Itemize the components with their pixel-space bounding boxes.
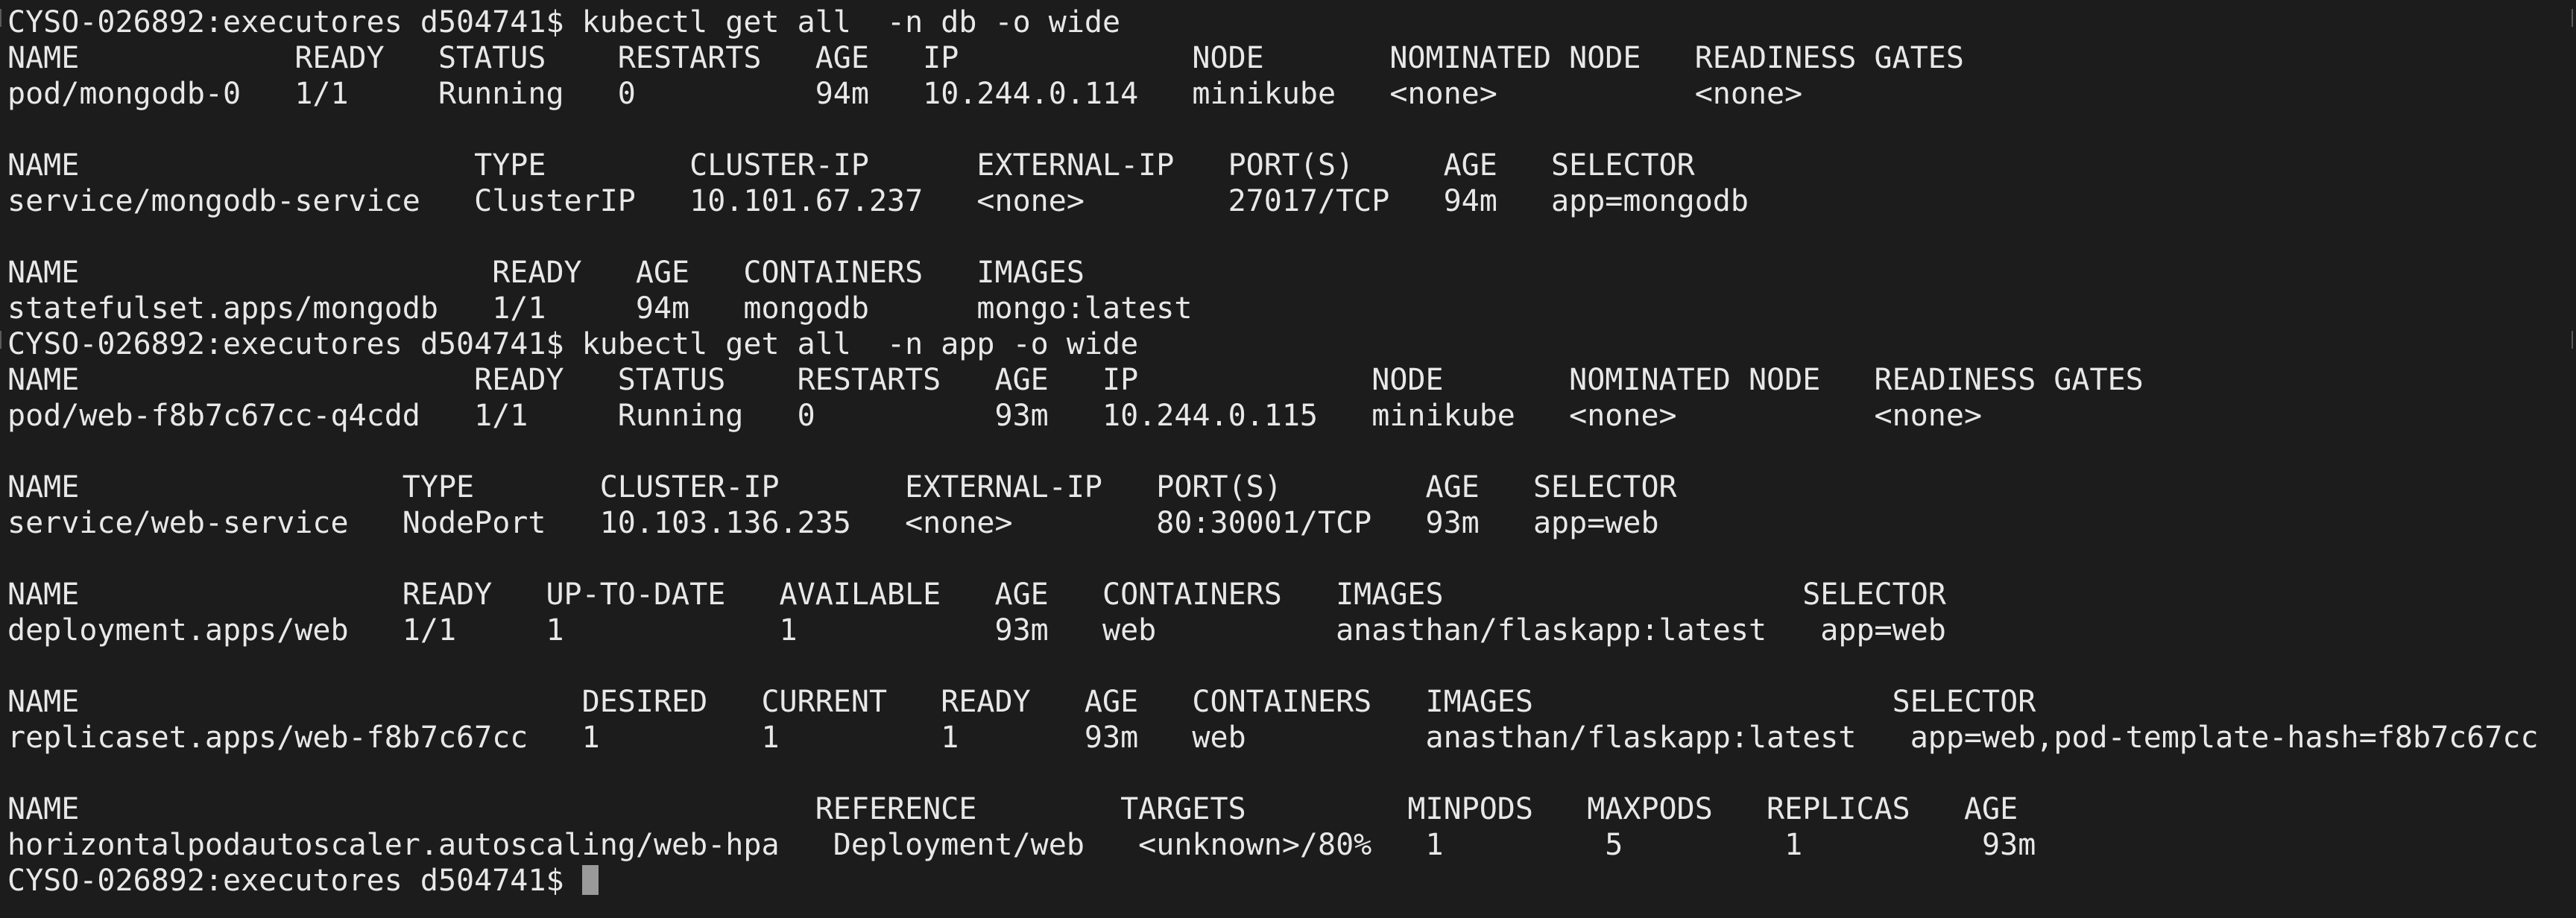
- table-header: NAME READY STATUS RESTARTS AGE IP NODE N…: [7, 41, 1964, 75]
- command-text: CYSO-026892:executores d504741$ kubectl …: [7, 327, 1139, 361]
- command-line-app: CYSO-026892:executores d504741$ kubectl …: [7, 326, 2576, 362]
- replicaset-table-header: NAME DESIRED CURRENT READY AGE CONTAINER…: [7, 684, 2576, 720]
- table-row: service/web-service NodePort 10.103.136.…: [7, 505, 2576, 541]
- shell-prompt: CYSO-026892:executores d504741$: [7, 864, 582, 898]
- table-row-text: horizontalpodautoscaler.autoscaling/web-…: [7, 828, 2036, 862]
- table-header: NAME READY AGE CONTAINERS IMAGES: [7, 256, 1085, 290]
- table-row-text: service/web-service NodePort 10.103.136.…: [7, 506, 1659, 540]
- scroll-marker: [2572, 331, 2573, 349]
- table-row: horizontalpodautoscaler.autoscaling/web-…: [7, 827, 2576, 863]
- table-header: NAME DESIRED CURRENT READY AGE CONTAINER…: [7, 685, 2036, 719]
- scroll-marker: [2572, 9, 2573, 27]
- pod-table-header-db: NAME READY STATUS RESTARTS AGE IP NODE N…: [7, 40, 2576, 76]
- terminal-window[interactable]: CYSO-026892:executores d504741$ kubectl …: [0, 0, 2576, 918]
- table-row-text: replicaset.apps/web-f8b7c67cc 1 1 1 93m …: [7, 721, 2539, 755]
- table-header: NAME READY UP-TO-DATE AVAILABLE AGE CONT…: [7, 577, 1946, 612]
- table-row: pod/web-f8b7c67cc-q4cdd 1/1 Running 0 93…: [7, 398, 2576, 434]
- table-row-text: service/mongodb-service ClusterIP 10.101…: [7, 184, 1749, 218]
- line-marker: [0, 331, 1, 349]
- table-row-text: pod/web-f8b7c67cc-q4cdd 1/1 Running 0 93…: [7, 399, 1983, 433]
- table-row: deployment.apps/web 1/1 1 1 93m web anas…: [7, 612, 2576, 648]
- table-header: NAME REFERENCE TARGETS MINPODS MAXPODS R…: [7, 792, 2018, 826]
- table-row-text: statefulset.apps/mongodb 1/1 94m mongodb…: [7, 291, 1193, 326]
- table-header: NAME READY STATUS RESTARTS AGE IP NODE N…: [7, 363, 2144, 397]
- table-row: pod/mongodb-0 1/1 Running 0 94m 10.244.0…: [7, 76, 2576, 112]
- table-row: service/mongodb-service ClusterIP 10.101…: [7, 183, 2576, 219]
- service-table-header-app: NAME TYPE CLUSTER-IP EXTERNAL-IP PORT(S)…: [7, 469, 2576, 505]
- line-marker: [0, 9, 1, 27]
- table-row-text: pod/mongodb-0 1/1 Running 0 94m 10.244.0…: [7, 77, 1803, 111]
- statefulset-table-header: NAME READY AGE CONTAINERS IMAGES: [7, 255, 2576, 291]
- table-row-text: deployment.apps/web 1/1 1 1 93m web anas…: [7, 613, 1946, 648]
- pod-table-header-app: NAME READY STATUS RESTARTS AGE IP NODE N…: [7, 362, 2576, 398]
- text-cursor: [581, 865, 599, 895]
- table-header: NAME TYPE CLUSTER-IP EXTERNAL-IP PORT(S)…: [7, 470, 1677, 504]
- table-row: statefulset.apps/mongodb 1/1 94m mongodb…: [7, 291, 2576, 326]
- command-line-db: CYSO-026892:executores d504741$ kubectl …: [7, 4, 2576, 40]
- table-row: replicaset.apps/web-f8b7c67cc 1 1 1 93m …: [7, 720, 2576, 756]
- hpa-table-header: NAME REFERENCE TARGETS MINPODS MAXPODS R…: [7, 791, 2576, 827]
- service-table-header-db: NAME TYPE CLUSTER-IP EXTERNAL-IP PORT(S)…: [7, 148, 2576, 183]
- command-text: CYSO-026892:executores d504741$ kubectl …: [7, 5, 1121, 39]
- deployment-table-header: NAME READY UP-TO-DATE AVAILABLE AGE CONT…: [7, 577, 2576, 612]
- table-header: NAME TYPE CLUSTER-IP EXTERNAL-IP PORT(S)…: [7, 148, 1695, 183]
- prompt-line[interactable]: CYSO-026892:executores d504741$: [7, 863, 2576, 899]
